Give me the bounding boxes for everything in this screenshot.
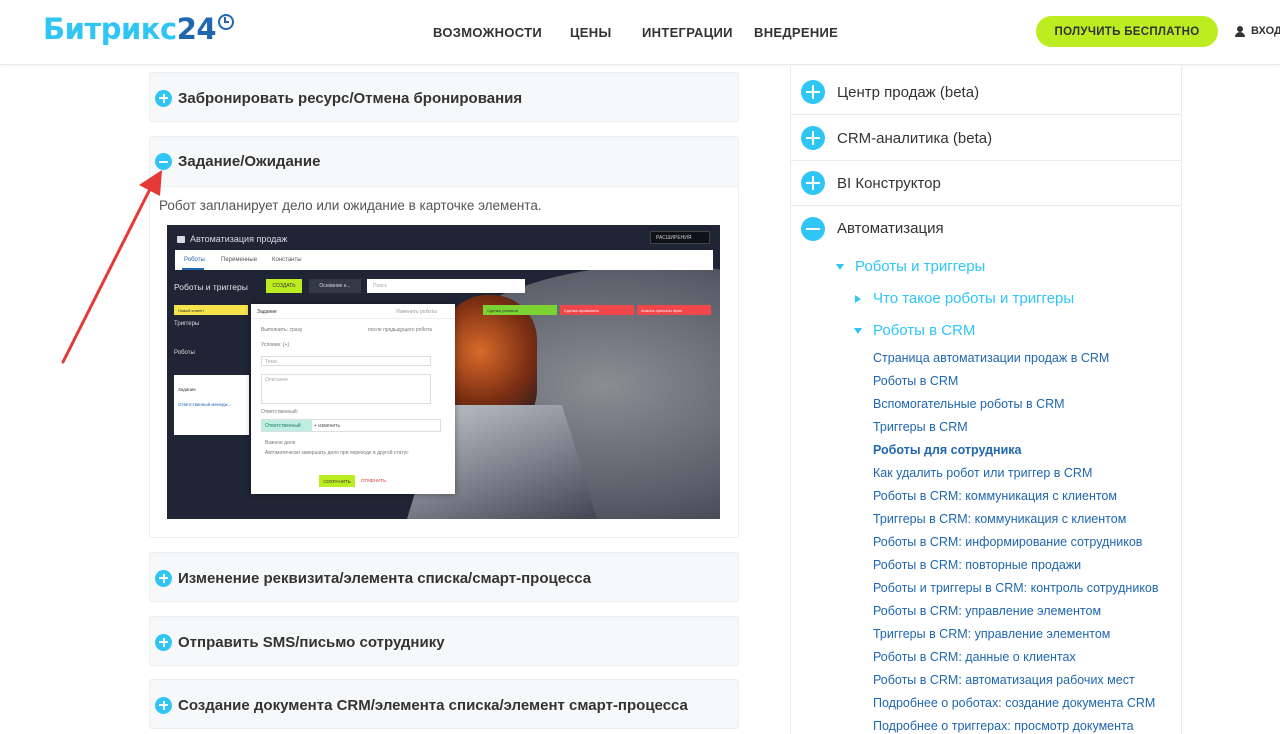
- logo-text: Битрикс: [43, 12, 177, 46]
- screenshot-heading: Роботы и триггеры: [174, 282, 248, 292]
- sidebar-link[interactable]: Триггеры в CRM: коммуникация с клиентом: [873, 512, 1126, 526]
- nav-implementation[interactable]: ВНЕДРЕНИЕ: [754, 25, 838, 40]
- plus-circle-icon: [801, 171, 825, 195]
- plus-circle-icon: [801, 80, 825, 104]
- triggers-row-label: Триггеры: [174, 321, 200, 327]
- sidebar-link[interactable]: Роботы в CRM: коммуникация с клиентом: [873, 489, 1117, 503]
- accordion-title: Изменение реквизита/элемента списка/смар…: [178, 569, 592, 587]
- sidebar-link[interactable]: Страница автоматизации продаж в CRM: [873, 351, 1109, 365]
- stage-new-client: Новый клиент: [174, 305, 248, 315]
- login-label: ВХОД: [1251, 25, 1280, 37]
- sidebar-link[interactable]: Роботы в CRM: [873, 374, 958, 388]
- tab-variables: Переменные: [221, 257, 258, 263]
- plus-circle-icon: [801, 126, 825, 150]
- main-filter: Основное н...: [309, 279, 361, 293]
- caret-down-icon: [854, 327, 862, 334]
- clock-icon: [218, 14, 235, 30]
- sidebar-item-label: BI Конструктор: [837, 174, 941, 192]
- user-icon: [1235, 25, 1245, 37]
- bitrix24-logo[interactable]: Битрикс 24: [43, 12, 235, 46]
- sidebar-link[interactable]: Триггеры в CRM: [873, 420, 968, 434]
- minus-circle-icon: [155, 153, 172, 170]
- accordion-item-send-sms[interactable]: Отправить SMS/письмо сотруднику: [149, 616, 739, 666]
- stage-won: Сделка успешна: [483, 305, 557, 315]
- create-button: СОЗДАТЬ: [266, 279, 302, 293]
- plus-circle-icon: [155, 633, 172, 651]
- accordion-header[interactable]: Отправить SMS/письмо сотруднику: [150, 617, 738, 667]
- accordion-title: Задание/Ожидание: [178, 153, 321, 170]
- nav-prices[interactable]: ЦЕНЫ: [570, 25, 611, 40]
- sidebar-link[interactable]: Роботы в CRM: автоматизация рабочих мест: [873, 673, 1135, 687]
- accordion-item-booking[interactable]: Забронировать ресурс/Отмена бронирования: [149, 72, 739, 122]
- plus-circle-icon: [155, 696, 172, 714]
- sidebar-item-label: Центр продаж (beta): [837, 83, 980, 101]
- accordion-item-create-document[interactable]: Создание документа CRM/элемента списка/э…: [149, 679, 739, 729]
- screenshot-search: Поиск: [367, 279, 525, 293]
- plus-circle-icon: [155, 89, 172, 107]
- logo-number: 24: [176, 12, 217, 46]
- stage-lost: Сделка провалена: [560, 305, 634, 315]
- sidebar-sub-robots-in-crm[interactable]: Роботы в CRM: [854, 322, 975, 339]
- sidebar-link-active[interactable]: Роботы для сотрудника: [873, 443, 1022, 457]
- sidebar-link[interactable]: Роботы в CRM: повторные продажи: [873, 558, 1081, 572]
- robots-row-label: Роботы: [174, 350, 195, 356]
- accordion-description: Робот запланирует дело или ожидание в ка…: [159, 198, 542, 213]
- tab-constants: Константы: [272, 257, 302, 263]
- nav-integrations[interactable]: ИНТЕГРАЦИИ: [642, 25, 733, 40]
- tab-robots: Роботы: [184, 257, 205, 263]
- camera-icon: [177, 236, 185, 243]
- sidebar-item-automation[interactable]: Автоматизация: [791, 206, 1181, 251]
- sidebar-item-sales-center[interactable]: Центр продаж (beta): [791, 70, 1181, 115]
- accordion-title: Забронировать ресурс/Отмена бронирования: [178, 89, 523, 107]
- sidebar-link[interactable]: Роботы в CRM: данные о клиентах: [873, 650, 1076, 664]
- sidebar-sub-robots-triggers[interactable]: Роботы и триггеры: [836, 258, 985, 275]
- robot-card: Задание Ответственный менедж...: [174, 375, 249, 435]
- tab-underline: [182, 268, 204, 270]
- site-header: Битрикс 24 ВОЗМОЖНОСТИ ЦЕНЫ ИНТЕГРАЦИИ ВН…: [0, 0, 1280, 65]
- plus-circle-icon: [155, 569, 172, 587]
- nav-features[interactable]: ВОЗМОЖНОСТИ: [433, 25, 542, 40]
- screenshot-title: Автоматизация продаж: [177, 234, 287, 244]
- sidebar-item-crm-analytics[interactable]: CRM-аналитика (beta): [791, 116, 1181, 161]
- modal-header: Задание Изменить роботы: [251, 304, 455, 319]
- caret-down-icon: [836, 263, 844, 270]
- sidebar-item-bi-constructor[interactable]: BI Конструктор: [791, 161, 1181, 206]
- caret-right-icon: [855, 294, 861, 303]
- accordion-header[interactable]: Задание/Ожидание: [150, 137, 738, 187]
- extensions-button: РАСШИРЕНИЯ: [650, 231, 710, 244]
- sidebar-link[interactable]: Роботы в CRM: управление элементом: [873, 604, 1101, 618]
- accordion-header[interactable]: Создание документа CRM/элемента списка/э…: [150, 680, 738, 730]
- minus-circle-icon: [801, 216, 825, 241]
- accordion-title: Отправить SMS/письмо сотруднику: [178, 633, 445, 651]
- get-free-button[interactable]: ПОЛУЧИТЬ БЕСПЛАТНО: [1036, 16, 1218, 47]
- automation-screenshot: Автоматизация продаж РАСШИРЕНИЯ Роботы П…: [167, 225, 720, 519]
- modal-cancel-link: ОТМЕНИТЬ: [361, 478, 387, 483]
- sidebar-sub-what-are-robots[interactable]: Что такое роботы и триггеры: [855, 290, 1074, 307]
- accordion-header[interactable]: Забронировать ресурс/Отмена бронирования: [150, 73, 738, 123]
- stage-analysis: Анализ причины пров.: [637, 305, 711, 315]
- sidebar-link[interactable]: Как удалить робот или триггер в CRM: [873, 466, 1092, 480]
- sidebar-link[interactable]: Подробнее о роботах: создание документа …: [873, 696, 1155, 710]
- sidebar-link[interactable]: Вспомогательные роботы в CRM: [873, 397, 1065, 411]
- task-modal: Задание Изменить роботы Выполнить: сразу …: [251, 304, 455, 494]
- sidebar-item-label: CRM-аналитика (beta): [837, 129, 993, 147]
- sidebar-link[interactable]: Роботы в CRM: информирование сотрудников: [873, 535, 1142, 549]
- sidebar-link[interactable]: Триггеры в CRM: управление элементом: [873, 627, 1110, 641]
- sidebar-item-label: Автоматизация: [837, 220, 944, 237]
- accordion-header[interactable]: Изменение реквизита/элемента списка/смар…: [150, 553, 738, 603]
- sidebar-link[interactable]: Роботы и триггеры в CRM: контроль сотруд…: [873, 581, 1159, 595]
- screenshot-tabs: Роботы Переменные Константы: [175, 250, 713, 270]
- accordion-item-change-requisite[interactable]: Изменение реквизита/элемента списка/смар…: [149, 552, 739, 602]
- sidebar-link[interactable]: Подробнее о триггерах: просмотр документ…: [873, 719, 1134, 733]
- accordion-title: Создание документа CRM/элемента списка/э…: [178, 696, 688, 714]
- login-link[interactable]: ВХОД: [1235, 25, 1280, 37]
- modal-save-button: СОХРАНИТЬ: [319, 475, 355, 487]
